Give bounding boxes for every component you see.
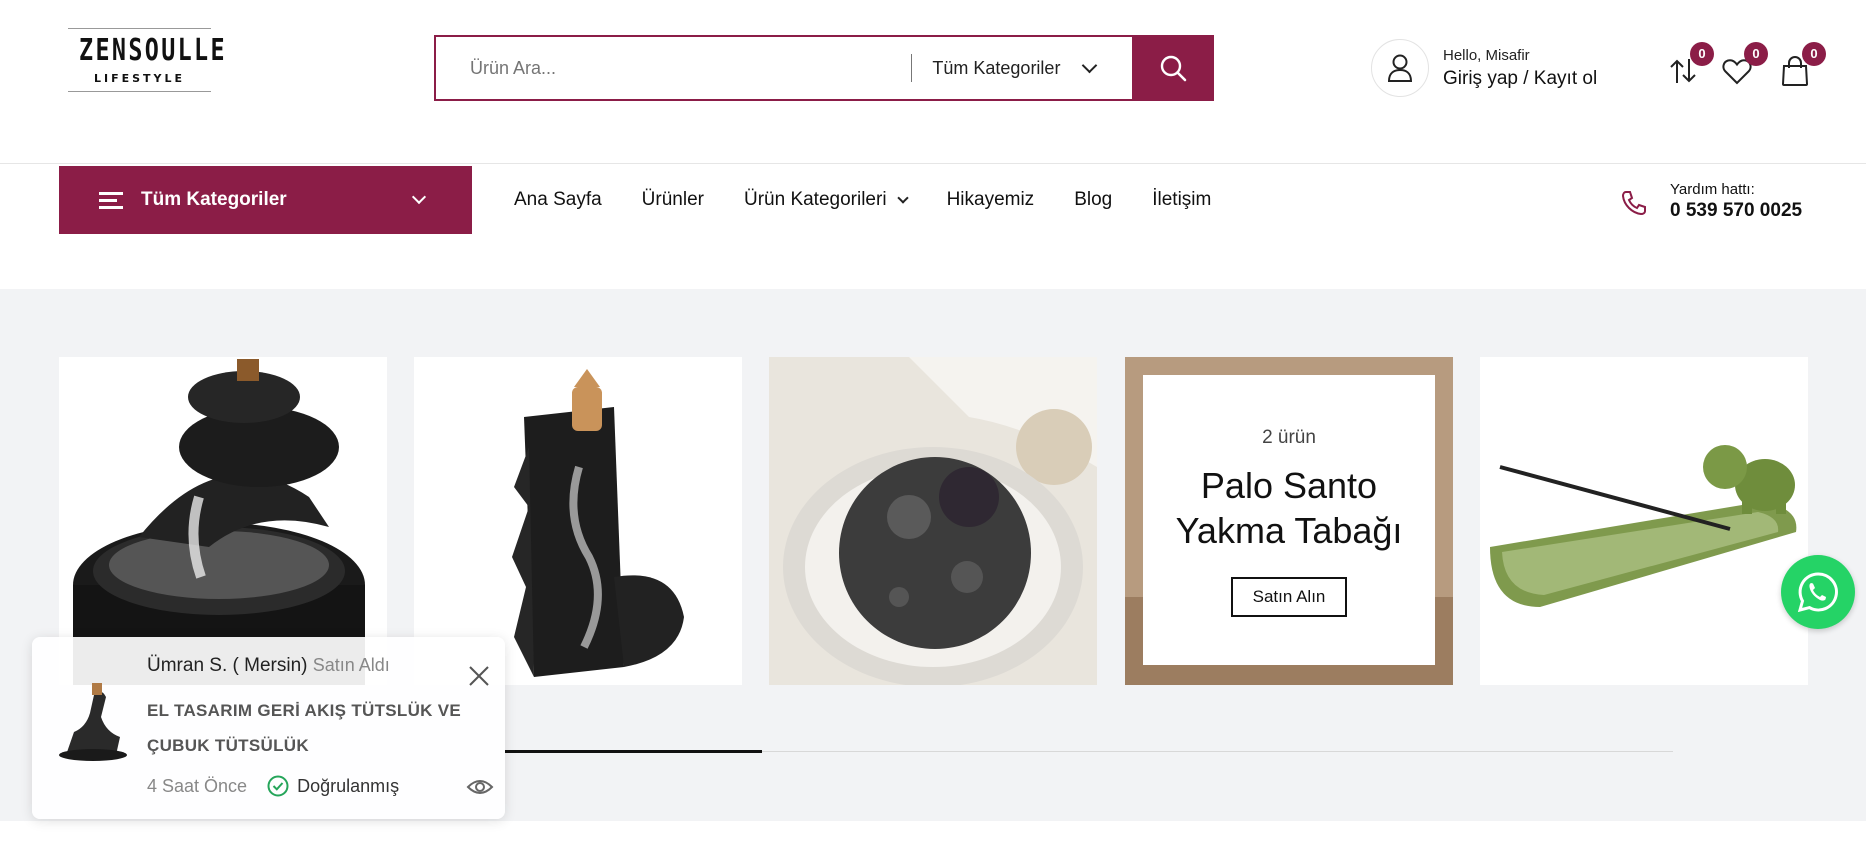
header-top: ZENSOULLE LIFESTYLE Tüm Kategoriler Hell… (0, 0, 1866, 164)
category-select-label: Tüm Kategoriler (932, 57, 1061, 78)
promo-card[interactable]: 2 ürün Palo Santo Yakma Tabağı Satın Alı… (1125, 357, 1453, 685)
buy-button[interactable]: Satın Alın (1230, 577, 1348, 617)
cart-button[interactable]: 0 (1776, 42, 1826, 90)
nav-item-products[interactable]: Ürünler (642, 189, 704, 211)
chevron-down-icon (896, 191, 909, 204)
verified-check-icon (267, 775, 289, 797)
backflow-incense-burner-image (59, 357, 387, 685)
recent-purchase-popup: Ümran S. ( Mersin) Satın Aldı EL TASARIM… (32, 637, 505, 819)
wishlist-button[interactable]: 0 (1718, 42, 1768, 90)
purchase-meta: 4 Saat Önce Doğrulanmış (147, 775, 399, 797)
slider-progress-bar (505, 750, 1673, 753)
purchase-action: Satın Aldı (312, 655, 390, 675)
chevron-down-icon (411, 189, 427, 205)
cart-count-badge: 0 (1802, 42, 1826, 66)
greeting-text: Hello, Misafir (1443, 46, 1530, 64)
nav-item-home[interactable]: Ana Sayfa (514, 189, 602, 211)
whatsapp-button[interactable] (1781, 555, 1855, 629)
nav-item-product-categories-label: Ürün Kategorileri (743, 189, 887, 210)
wishlist-count-badge: 0 (1744, 42, 1768, 66)
main-navbar: Tüm Kategoriler Ana Sayfa Ürünler Ürün K… (0, 165, 1866, 289)
chevron-down-icon (1082, 57, 1098, 73)
login-register-link[interactable]: Giriş yap / Kayıt ol (1443, 68, 1597, 90)
logo-tagline: LIFESTYLE (93, 72, 186, 85)
promo-count: 2 ürün (1262, 427, 1316, 448)
buyer-name: Ümran S. ( Mersin) (147, 655, 308, 676)
nav-item-our-story[interactable]: Hikayemiz (947, 189, 1035, 211)
close-icon[interactable] (468, 665, 490, 687)
search-bar: Tüm Kategoriler (434, 35, 1214, 101)
logo-name: ZENSOULLE (79, 33, 227, 68)
helpline[interactable]: Yardım hattı: 0 539 570 0025 (1620, 181, 1802, 222)
compare-button[interactable]: 0 (1664, 42, 1714, 90)
compare-count-badge: 0 (1690, 42, 1714, 66)
product-thumbnail[interactable] (46, 677, 136, 767)
category-select[interactable]: Tüm Kategoriler (912, 37, 1132, 99)
eye-icon[interactable] (466, 777, 494, 797)
all-categories-label: Tüm Kategoriler (141, 189, 287, 210)
slider-progress-fill (505, 750, 762, 753)
nav-item-blog[interactable]: Blog (1074, 189, 1112, 211)
product-card[interactable] (59, 357, 387, 685)
logo-divider-bottom (68, 91, 211, 92)
promo-panel: 2 ürün Palo Santo Yakma Tabağı Satın Alı… (1143, 375, 1435, 665)
menu-icon (99, 188, 123, 213)
elephant-incense-holder-image (1480, 357, 1808, 685)
logo[interactable]: ZENSOULLE LIFESTYLE (62, 28, 227, 102)
nav-menu: Ana Sayfa Ürünler Ürün Kategorileri Hika… (514, 189, 1251, 211)
promo-title: Palo Santo Yakma Tabağı (1175, 465, 1403, 551)
nav-item-contact[interactable]: İletişim (1152, 189, 1211, 211)
phone-icon (1621, 191, 1646, 216)
all-categories-button[interactable]: Tüm Kategoriler (59, 166, 472, 234)
search-input[interactable] (436, 37, 912, 99)
account-area[interactable]: Hello, Misafir Giriş yap / Kayıt ol (1371, 37, 1661, 99)
backflow-burner-tower-image (414, 357, 742, 685)
buyer-info: Ümran S. ( Mersin) Satın Aldı (147, 655, 390, 677)
product-card[interactable] (1480, 357, 1808, 685)
whatsapp-icon (1797, 572, 1838, 613)
product-card[interactable] (769, 357, 1097, 685)
helpline-label: Yardım hattı: (1670, 181, 1755, 198)
product-card[interactable] (414, 357, 742, 685)
verified-label: Doğrulanmış (297, 775, 400, 796)
moon-bowl-image (769, 357, 1097, 685)
search-button[interactable] (1132, 35, 1214, 101)
user-icon[interactable] (1371, 39, 1429, 97)
purchase-time: 4 Saat Önce (147, 775, 248, 796)
purchased-product-name[interactable]: EL TASARIM GERİ AKIŞ TÜTSLÜK VE ÇUBUK TÜ… (147, 693, 467, 763)
nav-item-product-categories[interactable]: Ürün Kategorileri (743, 189, 909, 211)
search-icon (1160, 55, 1187, 82)
helpline-phone[interactable]: 0 539 570 0025 (1670, 200, 1802, 222)
